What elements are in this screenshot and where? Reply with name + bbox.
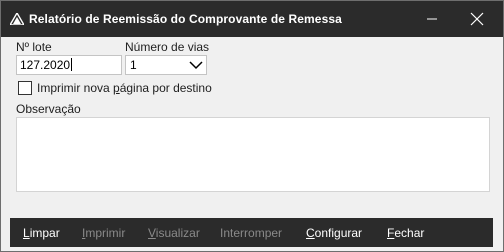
lote-value: 127.2020 bbox=[20, 58, 71, 72]
imprimir-button[interactable]: Imprimir bbox=[82, 226, 125, 240]
lote-label: Nº lote bbox=[16, 40, 52, 54]
new-page-checkbox-label: Imprimir nova página por destino bbox=[37, 81, 212, 95]
visualizar-button[interactable]: Visualizar bbox=[148, 226, 200, 240]
document-stack-icon bbox=[10, 13, 24, 25]
vias-select[interactable]: 1 bbox=[125, 55, 207, 75]
configurar-button[interactable]: Configurar bbox=[306, 226, 362, 240]
text-caret bbox=[71, 58, 73, 71]
form-area: Nº lote Número de vias 127.2020 1 Imprim… bbox=[1, 37, 503, 215]
title-bar[interactable]: Relatório de Reemissão do Comprovante de… bbox=[1, 1, 503, 37]
limpar-button[interactable]: Limpar bbox=[23, 226, 60, 240]
lote-input[interactable]: 127.2020 bbox=[16, 55, 122, 75]
window-title: Relatório de Reemissão do Comprovante de… bbox=[29, 12, 342, 26]
new-page-checkbox[interactable] bbox=[18, 81, 32, 95]
report-dialog: Relatório de Reemissão do Comprovante de… bbox=[0, 0, 504, 252]
chevron-down-icon bbox=[189, 61, 203, 70]
close-icon bbox=[470, 12, 484, 26]
observacao-label: Observação bbox=[16, 102, 81, 116]
observacao-textarea[interactable] bbox=[16, 117, 490, 192]
vias-value: 1 bbox=[130, 58, 137, 72]
fechar-button[interactable]: Fechar bbox=[387, 226, 424, 240]
minimize-icon bbox=[427, 18, 437, 20]
minimize-button[interactable] bbox=[409, 1, 455, 37]
vias-label: Número de vias bbox=[125, 40, 210, 54]
action-toolbar: Limpar Imprimir Visualizar Interromper C… bbox=[10, 218, 493, 247]
close-button[interactable] bbox=[454, 1, 500, 37]
interromper-button[interactable]: Interromper bbox=[220, 226, 282, 240]
